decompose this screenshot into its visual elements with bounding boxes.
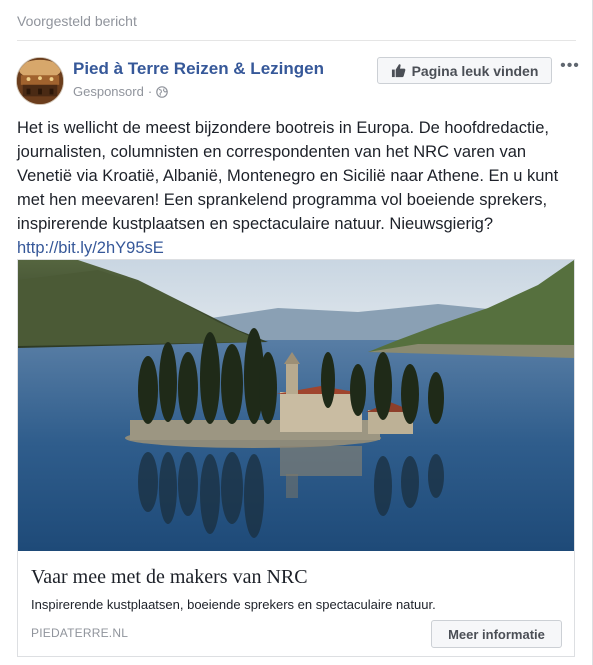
link-attachment[interactable]: Vaar mee met de makers van NRC Inspirere… [17, 259, 575, 657]
suggested-post-label: Voorgesteld bericht [17, 13, 137, 29]
more-options-button[interactable]: ••• [560, 57, 580, 74]
post-meta: Gesponsord · [73, 84, 168, 99]
more-icon: ••• [560, 57, 580, 74]
post-body: Het is wellicht de meest bijzondere boot… [17, 119, 559, 233]
attachment-title[interactable]: Vaar mee met de makers van NRC [31, 566, 308, 589]
page-avatar[interactable] [16, 57, 64, 105]
attachment-description: Inspirerende kustplaatsen, boeiende spre… [31, 597, 436, 612]
post-link[interactable]: http://bit.ly/2hY95sE [17, 236, 579, 260]
post-text: Het is wellicht de meest bijzondere boot… [17, 116, 579, 260]
thumbs-up-icon [391, 64, 405, 78]
sponsored-post-card: Voorgesteld bericht Pied à Terre Reizen … [0, 0, 593, 665]
globe-icon[interactable] [156, 85, 168, 98]
like-page-label: Pagina leuk vinden [411, 62, 539, 79]
island-church-photo [18, 260, 574, 551]
attachment-info: Vaar mee met de makers van NRC Inspirere… [18, 551, 574, 656]
page-name-link[interactable]: Pied à Terre Reizen & Lezingen [73, 59, 324, 79]
learn-more-button[interactable]: Meer informatie [431, 620, 562, 648]
like-page-button[interactable]: Pagina leuk vinden [377, 57, 552, 84]
attachment-photo[interactable] [18, 260, 574, 551]
sponsored-label[interactable]: Gesponsord [73, 84, 144, 99]
meta-separator: · [147, 84, 153, 99]
avatar-image [17, 58, 63, 104]
divider [17, 40, 576, 41]
attachment-domain: PIEDATERRE.NL [31, 626, 129, 640]
